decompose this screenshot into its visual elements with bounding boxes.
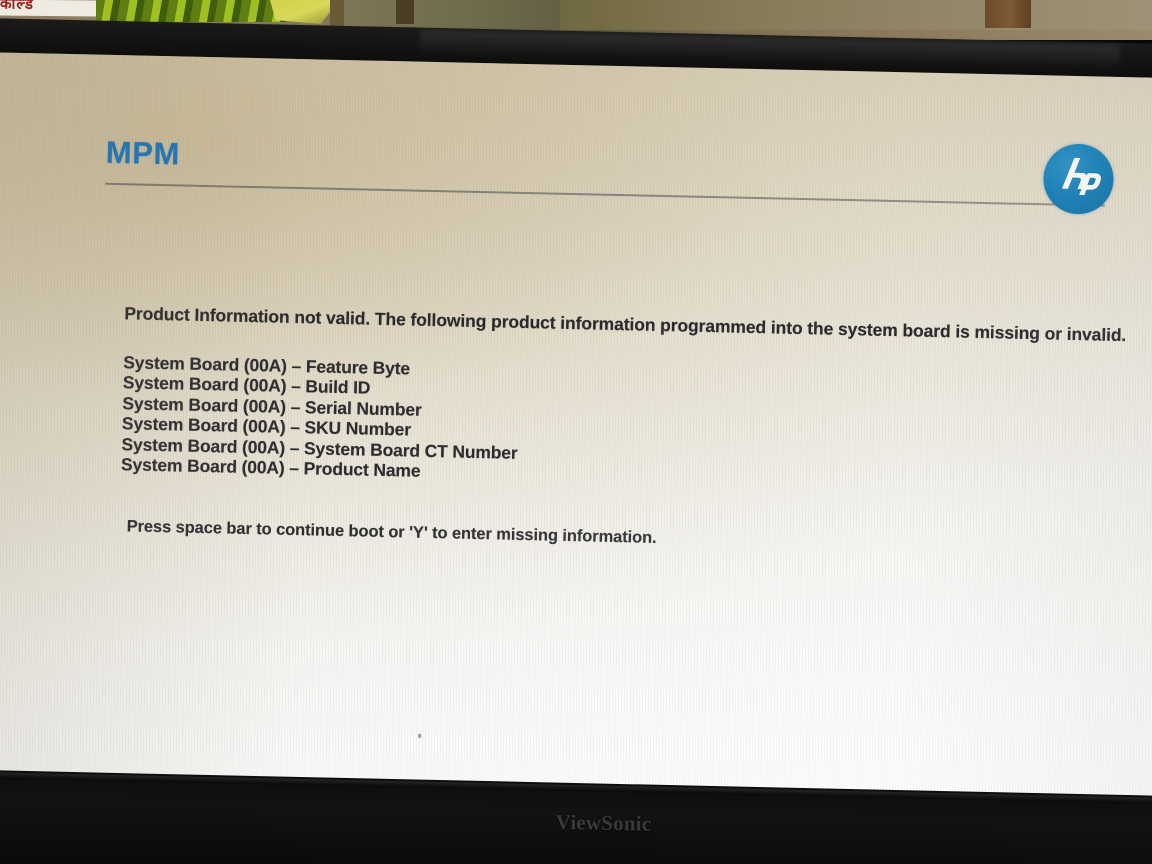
background-post-right bbox=[396, 0, 414, 24]
background-sign: कोल्ड bbox=[0, 0, 96, 17]
keyboard-prompt: Press space bar to continue boot or 'Y' … bbox=[126, 517, 657, 548]
error-message: Product Information not valid. The follo… bbox=[124, 303, 1127, 346]
background-door-frame bbox=[985, 0, 1031, 28]
background-wall bbox=[560, 0, 1152, 30]
screen-dust-speck bbox=[418, 733, 422, 738]
background-green-object bbox=[96, 0, 286, 22]
monitor-brand-label: ViewSonic bbox=[555, 810, 652, 836]
background-post-left bbox=[330, 0, 344, 26]
photograph-of-monitor: कोल्ड MPM Product Information not valid.… bbox=[0, 0, 1152, 864]
hp-logo-icon bbox=[1042, 143, 1115, 215]
invalid-field-list: System Board (00A) – Feature Byte System… bbox=[121, 352, 1133, 496]
page-title: MPM bbox=[105, 134, 181, 172]
background-sign-text: कोल्ड bbox=[0, 0, 34, 13]
monitor-screen: MPM Product Information not valid. The f… bbox=[0, 52, 1152, 817]
error-message-block: Product Information not valid. The follo… bbox=[119, 303, 1134, 558]
header-divider bbox=[105, 182, 1105, 207]
mpm-screen-content: MPM Product Information not valid. The f… bbox=[0, 52, 1152, 816]
